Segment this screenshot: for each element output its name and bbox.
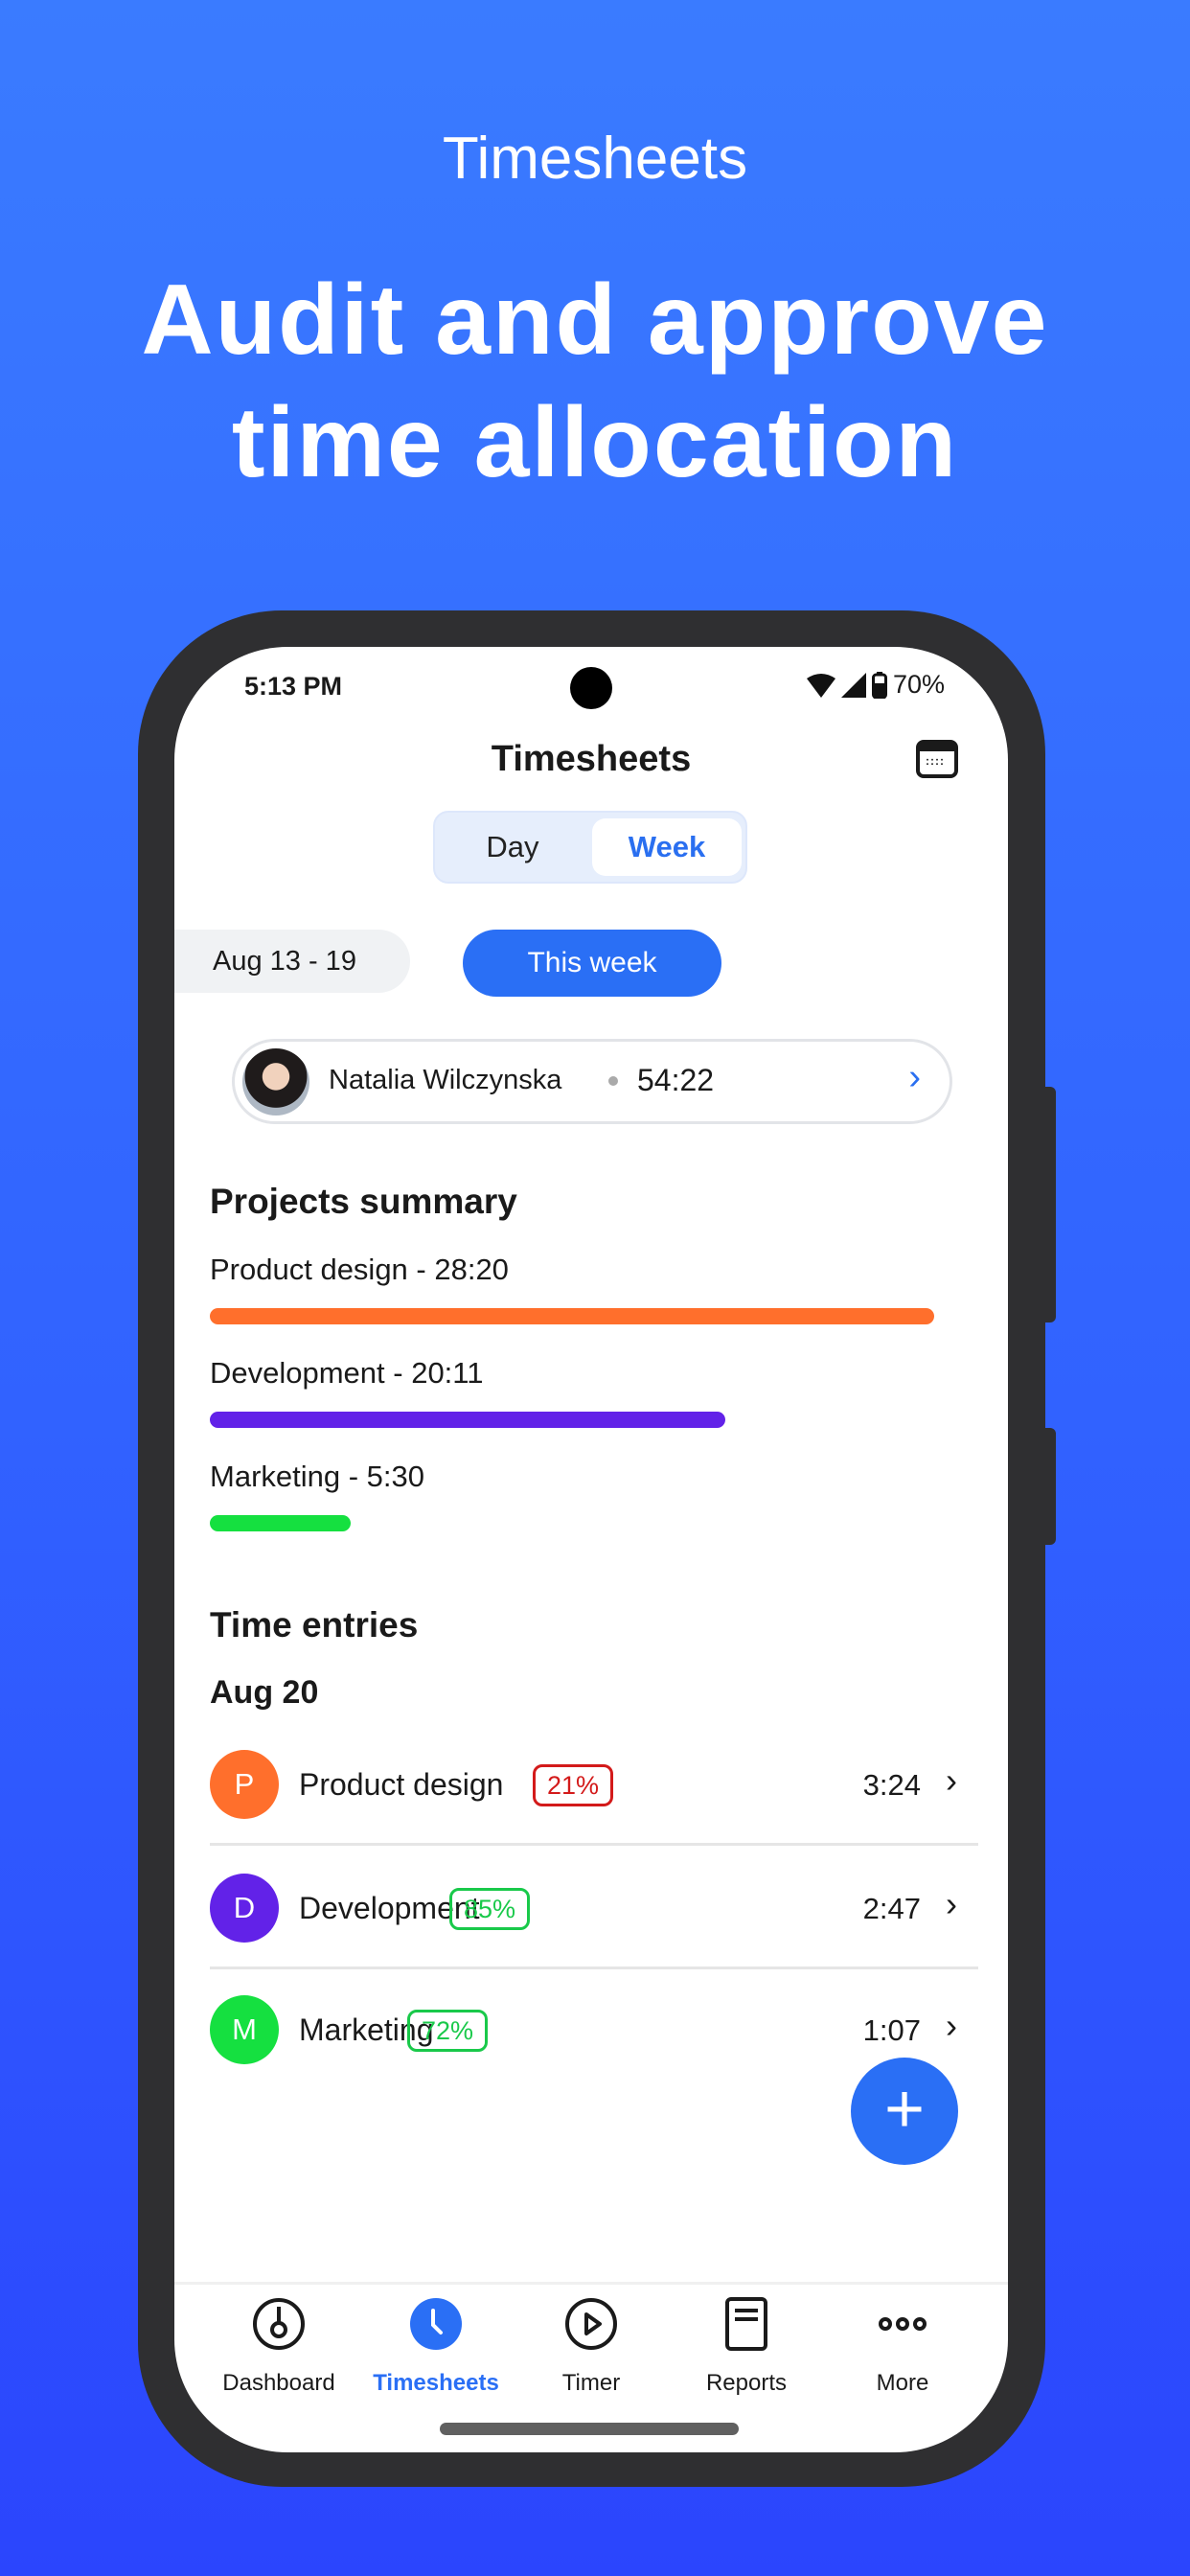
project-progress-bar — [210, 1515, 351, 1531]
projects-summary-title: Projects summary — [210, 1182, 517, 1221]
tab-reports[interactable]: Reports — [670, 2297, 823, 2403]
day-week-toggle: Day Week — [433, 811, 747, 884]
battery-icon — [871, 671, 887, 699]
user-total-time: 54:22 — [637, 1063, 715, 1097]
separator-dot — [608, 1076, 618, 1086]
promo-subtitle: Timesheets — [442, 126, 748, 192]
status-icons: 70% — [806, 670, 945, 700]
percent-badge: 85% — [449, 1888, 531, 1930]
chevron-right-icon: › — [908, 1057, 921, 1097]
signal-icon — [840, 672, 866, 698]
chevron-right-icon: › — [946, 2006, 957, 2045]
tab-day[interactable]: Day — [435, 813, 590, 882]
project-summary-label: Marketing - 5:30 — [210, 1460, 424, 1493]
project-progress-bar — [210, 1412, 725, 1428]
tab-timesheets[interactable]: Timesheets — [359, 2297, 513, 2403]
headline-line-1: Audit and approve — [141, 264, 1049, 376]
phone-screen: 5:13 PM 70% Timesheets :::: Day Week Aug… — [174, 647, 1008, 2452]
project-name: Product design — [299, 1767, 504, 1802]
project-progress-bar — [210, 1308, 934, 1324]
tab-label: More — [876, 2370, 929, 2396]
chevron-right-icon: › — [946, 1760, 957, 1800]
project-summary-label: Product design - 28:20 — [210, 1253, 509, 1286]
tab-timer[interactable]: Timer — [515, 2297, 668, 2403]
user-card[interactable]: Natalia Wilczynska 54:22 › — [232, 1039, 952, 1124]
entries-date: Aug 20 — [210, 1674, 319, 1711]
time-entry-row[interactable]: D Development 85% 2:47 › — [210, 1865, 978, 1951]
tab-more[interactable]: More — [826, 2297, 979, 2403]
this-week-button[interactable]: This week — [463, 930, 721, 997]
row-divider — [210, 1966, 978, 1969]
camera-icon — [570, 667, 612, 709]
entry-time: 1:07 — [862, 2013, 921, 2047]
tab-dashboard[interactable]: Dashboard — [202, 2297, 355, 2403]
previous-week-button[interactable]: Aug 13 - 19 — [174, 930, 410, 993]
row-divider — [210, 1843, 978, 1846]
project-initial-avatar: M — [210, 1995, 279, 2064]
tab-week[interactable]: Week — [592, 818, 742, 876]
page-title: Timesheets — [491, 739, 692, 779]
percent-badge: 21% — [533, 1764, 614, 1806]
report-icon — [725, 2297, 767, 2351]
status-time: 5:13 PM — [244, 672, 343, 701]
time-entry-row[interactable]: M Marketing 72% 1:07 › — [210, 1987, 978, 2073]
add-entry-button[interactable]: + — [851, 2058, 958, 2165]
phone-side-button — [1044, 1087, 1056, 1322]
entry-time: 3:24 — [862, 1768, 921, 1802]
project-initial-avatar: D — [210, 1874, 279, 1943]
phone-side-button — [1044, 1428, 1056, 1545]
battery-percent: 70% — [892, 670, 945, 699]
chevron-right-icon: › — [946, 1884, 957, 1923]
more-dots-icon — [879, 2317, 927, 2331]
time-entries-title: Time entries — [210, 1605, 419, 1644]
play-icon — [565, 2298, 617, 2350]
promo-headline: Audit and approve time allocation — [0, 259, 1190, 504]
tab-bar-divider — [174, 2282, 1008, 2285]
percent-badge: 72% — [407, 2010, 489, 2052]
tab-label: Timesheets — [373, 2370, 499, 2396]
time-entry-row[interactable]: P Product design 21% 3:24 › — [210, 1741, 978, 1828]
entry-time: 2:47 — [862, 1892, 921, 1925]
avatar — [242, 1048, 309, 1116]
headline-line-2: time allocation — [231, 387, 959, 498]
wifi-icon — [806, 673, 835, 698]
calendar-icon[interactable]: :::: — [916, 740, 958, 778]
project-initial-avatar: P — [210, 1750, 279, 1819]
dashboard-gauge-icon — [253, 2298, 305, 2350]
tab-label: Dashboard — [222, 2370, 335, 2396]
home-indicator[interactable] — [440, 2423, 739, 2435]
clock-icon — [410, 2298, 462, 2350]
tab-label: Timer — [561, 2370, 621, 2396]
user-name: Natalia Wilczynska — [329, 1065, 562, 1095]
project-summary-label: Development - 20:11 — [210, 1356, 484, 1390]
tab-label: Reports — [705, 2370, 788, 2396]
